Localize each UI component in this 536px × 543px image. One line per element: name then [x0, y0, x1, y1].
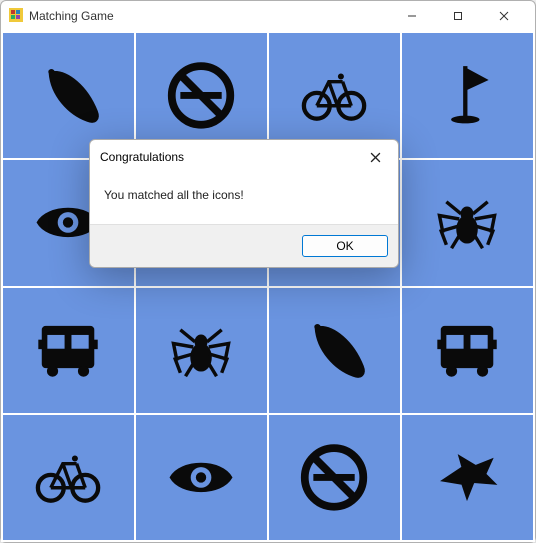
no-smoking-icon — [165, 61, 237, 130]
eye-icon — [165, 443, 237, 512]
bus-icon — [32, 316, 104, 385]
game-grid — [1, 31, 535, 542]
congratulations-dialog: Congratulations You matched all the icon… — [89, 139, 399, 268]
maximize-button[interactable] — [435, 1, 481, 31]
close-button[interactable] — [481, 1, 527, 31]
window-controls — [389, 1, 527, 31]
ok-button-label: OK — [336, 239, 353, 253]
bird-icon — [431, 443, 503, 512]
flag-icon — [431, 61, 503, 130]
tile-3[interactable] — [402, 33, 533, 158]
spider-icon — [165, 316, 237, 385]
minimize-button[interactable] — [389, 1, 435, 31]
tile-8[interactable] — [3, 288, 134, 413]
bicycle-icon — [32, 443, 104, 512]
tile-9[interactable] — [136, 288, 267, 413]
dialog-title: Congratulations — [100, 150, 362, 164]
dialog-titlebar: Congratulations — [90, 140, 398, 174]
bus-icon — [431, 316, 503, 385]
spider-icon — [431, 188, 503, 257]
window-title: Matching Game — [29, 9, 114, 23]
chili-icon — [298, 316, 370, 385]
bicycle-icon — [298, 61, 370, 130]
ok-button[interactable]: OK — [302, 235, 388, 257]
app-icon — [9, 8, 23, 25]
tile-7[interactable] — [402, 160, 533, 285]
chili-icon — [32, 61, 104, 130]
tile-10[interactable] — [269, 288, 400, 413]
titlebar: Matching Game — [1, 1, 535, 31]
tile-13[interactable] — [136, 415, 267, 540]
tile-11[interactable] — [402, 288, 533, 413]
main-window: Matching Game Congratulations You matche… — [0, 0, 536, 543]
tile-14[interactable] — [269, 415, 400, 540]
tile-15[interactable] — [402, 415, 533, 540]
no-smoking-icon — [298, 443, 370, 512]
dialog-message: You matched all the icons! — [90, 174, 398, 224]
dialog-close-button[interactable] — [362, 146, 388, 168]
tile-12[interactable] — [3, 415, 134, 540]
dialog-footer: OK — [90, 224, 398, 267]
